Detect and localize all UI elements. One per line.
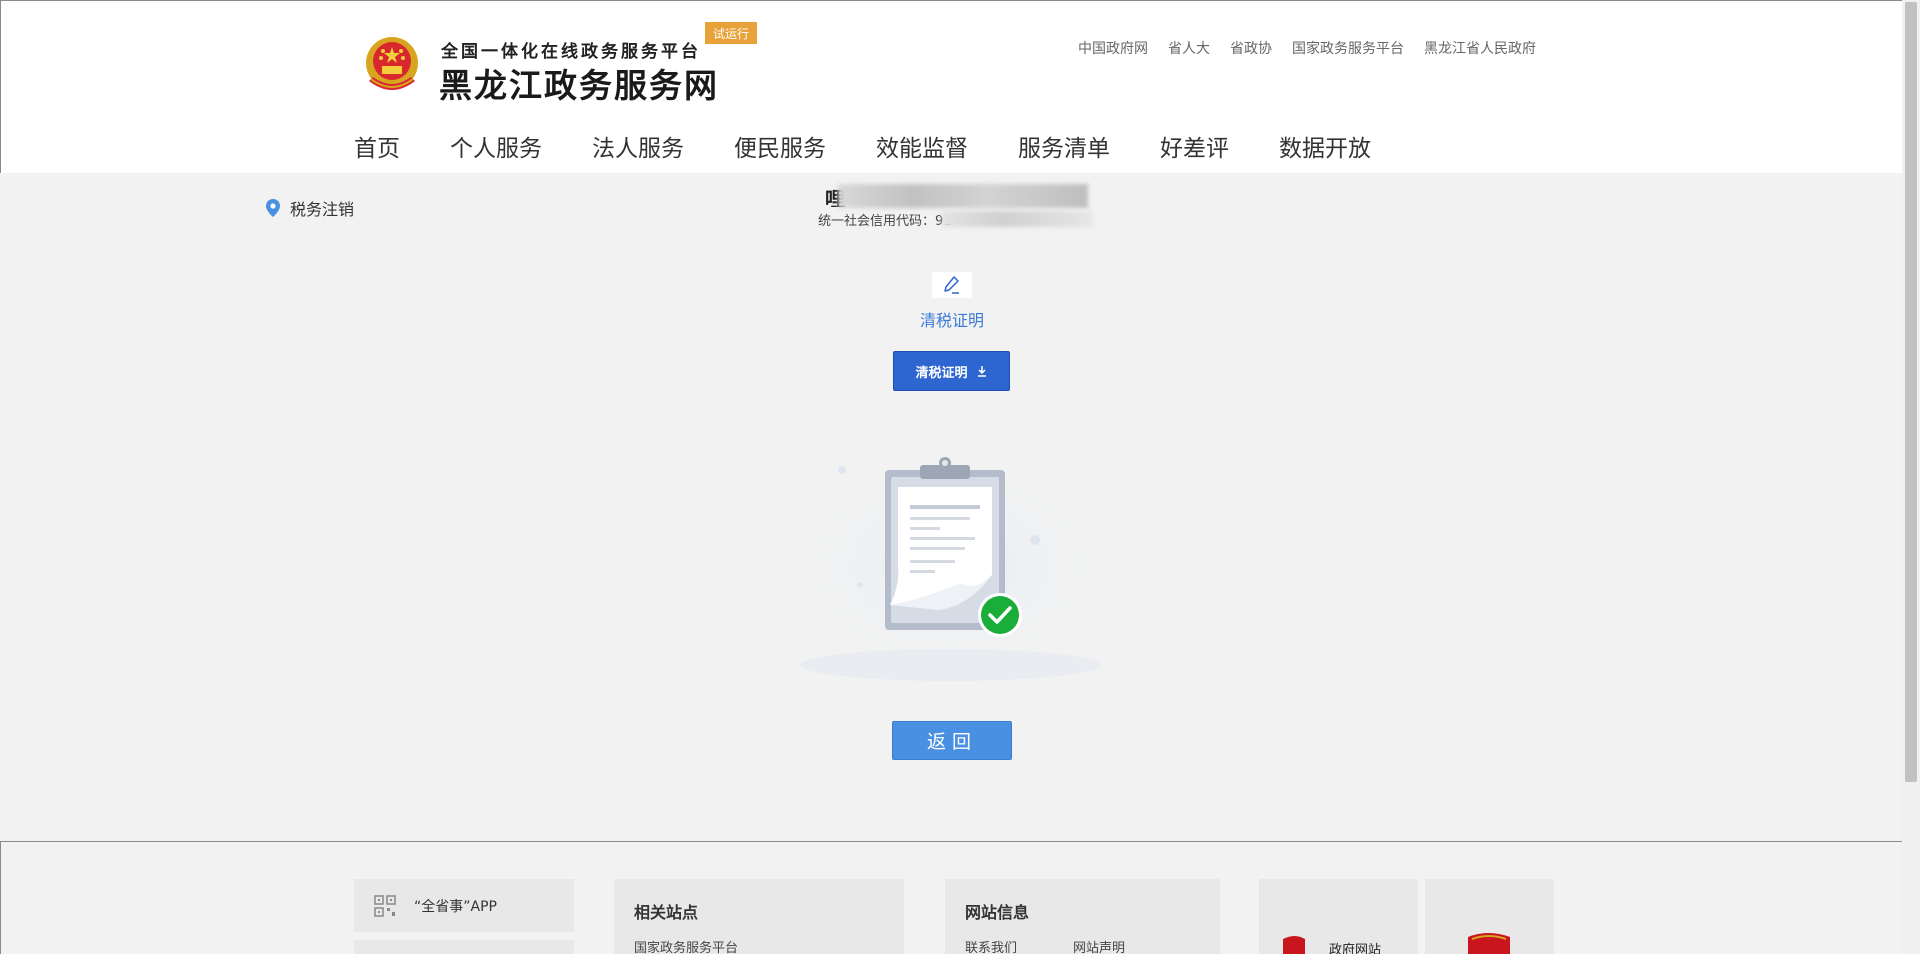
back-button[interactable]: 返回 (892, 721, 1012, 760)
credit-code: 统一社会信用代码：91 (818, 214, 952, 229)
qr-code-icon (374, 894, 396, 917)
related-sites-title: 相关站点 (634, 903, 699, 922)
site-info-contact-us[interactable]: 联系我们 (965, 937, 1017, 954)
success-clipboard-illustration (770, 435, 1130, 681)
download-icon (977, 366, 986, 377)
certificate-link[interactable]: 清税证明 (920, 307, 984, 331)
top-link-national-platform[interactable]: 国家政务服务平台 (1292, 38, 1404, 58)
scrollbar-thumb[interactable] (1905, 2, 1917, 782)
credit-code-redaction (942, 211, 1092, 227)
nav-convenience-services[interactable]: 便民服务 (734, 129, 826, 163)
nav-personal-services[interactable]: 个人服务 (450, 129, 542, 163)
certificate-icon-box[interactable] (932, 272, 972, 298)
pen-edit-icon (944, 276, 959, 294)
top-link-gov-cn[interactable]: 中国政府网 (1078, 38, 1148, 58)
map-pin-icon (266, 199, 280, 217)
nav-efficiency-supervision[interactable]: 效能监督 (876, 129, 968, 163)
red-seal-icon (1468, 933, 1510, 954)
company-name-redaction (838, 184, 1088, 208)
nav-open-data[interactable]: 数据开放 (1279, 129, 1371, 163)
nav-home[interactable]: 首页 (354, 129, 400, 163)
site-info-panel: 网站信息 联系我们 网站声明 (945, 879, 1220, 954)
download-button-label: 清税证明 (915, 365, 968, 381)
related-sites-panel: 相关站点 国家政务服务平台 (614, 879, 904, 954)
top-link-provincial-government[interactable]: 黑龙江省人民政府 (1424, 38, 1536, 58)
trial-badge: 试运行 (705, 22, 757, 44)
top-links: 中国政府网 省人大 省政协 国家政务服务平台 黑龙江省人民政府 (1078, 38, 1536, 58)
gov-website-badge-label: 政府网站 (1329, 943, 1382, 954)
party-gov-badge[interactable] (1425, 879, 1554, 954)
location-breadcrumb: 税务注销 (266, 196, 354, 220)
main-nav: 首页 个人服务 法人服务 便民服务 效能监督 服务清单 好差评 数据开放 (354, 129, 1371, 163)
top-link-provincial-congress[interactable]: 省人大 (1168, 38, 1210, 58)
related-link-national-platform[interactable]: 国家政务服务平台 (634, 937, 738, 954)
footer-secondary-card[interactable] (354, 940, 574, 954)
download-certificate-button[interactable]: 清税证明 (893, 351, 1010, 391)
nav-legal-entity-services[interactable]: 法人服务 (592, 129, 684, 163)
logo-title[interactable]: 黑龙江政务服务网 (439, 59, 719, 107)
scrollbar[interactable] (1902, 0, 1920, 954)
nav-evaluation[interactable]: 好差评 (1160, 129, 1229, 163)
site-header: 全国一体化在线政务服务平台 黑龙江政务服务网 试运行 中国政府网 省人大 省政协… (0, 0, 1902, 173)
app-download-card[interactable]: “全省事”APP (354, 879, 574, 932)
site-info-statement[interactable]: 网站声明 (1073, 937, 1125, 954)
gov-website-badge[interactable]: 政府网站 (1259, 879, 1418, 954)
nav-service-list[interactable]: 服务清单 (1018, 129, 1110, 163)
site-info-title: 网站信息 (965, 903, 1030, 922)
national-emblem-icon (366, 37, 418, 90)
app-label: “全省事”APP (414, 898, 497, 915)
location-label: 税务注销 (290, 200, 355, 219)
top-link-provincial-cppcc[interactable]: 省政协 (1230, 38, 1272, 58)
